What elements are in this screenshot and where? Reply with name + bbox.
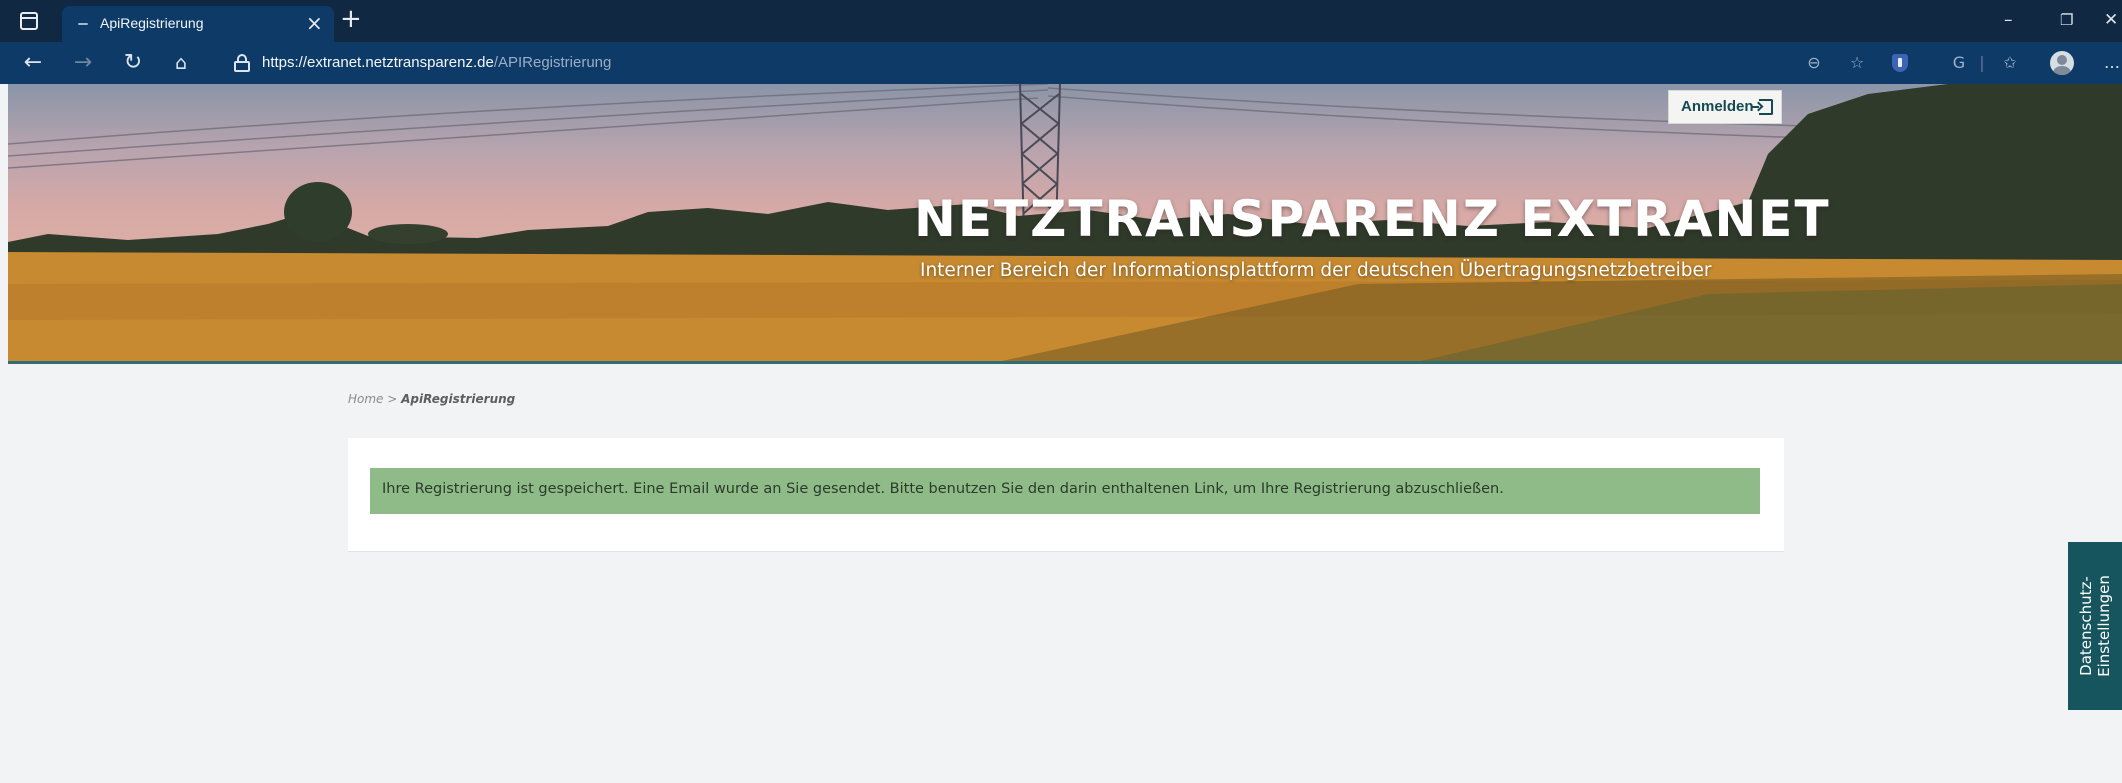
breadcrumb-home-link[interactable]: Home — [348, 392, 383, 406]
hero-banner: Anmelden NETZTRANSPARENZ EXTRANET Intern… — [8, 84, 2122, 364]
lock-icon[interactable] — [234, 54, 250, 72]
forward-icon[interactable]: → — [70, 50, 96, 76]
content-card: Ihre Registrierung ist gespeichert. Eine… — [348, 438, 1784, 552]
refresh-icon[interactable]: ↻ — [120, 50, 146, 76]
privacy-settings-label: Datenschutz- Einstellungen — [2077, 575, 2113, 677]
privacy-settings-button[interactable]: Datenschutz- Einstellungen — [2068, 542, 2122, 710]
login-button[interactable]: Anmelden — [1668, 90, 1782, 124]
copilot-icon[interactable]: G — [1948, 52, 1970, 74]
home-icon[interactable]: ⌂ — [168, 50, 194, 76]
browser-tab-bar: ApiRegistrierung × + – ❐ ✕ — [0, 0, 2122, 42]
maximize-icon[interactable]: ❐ — [2060, 8, 2073, 32]
extension-shield-icon[interactable] — [1892, 54, 1908, 72]
browser-tab[interactable]: ApiRegistrierung × — [62, 6, 334, 42]
tree — [284, 182, 352, 242]
success-alert: Ihre Registrierung ist gespeichert. Eine… — [370, 468, 1760, 514]
breadcrumb-separator: > — [383, 392, 402, 406]
tab-title: ApiRegistrierung — [100, 15, 204, 31]
breadcrumb-current: ApiRegistrierung — [401, 392, 516, 406]
site-title: NETZTRANSPARENZ EXTRANET — [914, 190, 1831, 248]
zoom-icon[interactable]: ⊖ — [1804, 52, 1824, 74]
login-label: Anmelden — [1681, 98, 1754, 115]
power-lines — [8, 84, 1809, 169]
url-path: /APIRegistrierung — [493, 54, 612, 71]
site-subtitle: Interner Bereich der Informationsplattfo… — [920, 260, 1712, 281]
new-tab-icon[interactable]: + — [340, 4, 362, 34]
favicon-icon — [76, 18, 90, 30]
tab-close-icon[interactable]: × — [306, 11, 323, 35]
breadcrumb: Home > ApiRegistrierung — [348, 392, 515, 406]
close-window-icon[interactable]: ✕ — [2104, 8, 2118, 32]
minimize-icon[interactable]: – — [2004, 8, 2013, 32]
address-bar: ← → ↻ ⌂ https://extranet.netztransparenz… — [0, 42, 2122, 84]
url-host: https://extranet.netztransparenz.de — [262, 54, 494, 71]
tab-actions-icon[interactable] — [20, 12, 38, 30]
read-aloud-icon[interactable]: ☆ — [1846, 52, 1868, 74]
toolbar-divider: | — [1979, 53, 1985, 72]
url-field[interactable]: https://extranet.netztransparenz.de/APIR… — [262, 54, 611, 71]
login-icon — [1751, 99, 1773, 115]
profile-icon[interactable] — [2050, 51, 2074, 75]
favorites-icon[interactable]: ✩ — [1998, 52, 2022, 74]
more-icon[interactable]: … — [2102, 52, 2122, 74]
tree — [368, 224, 448, 244]
back-icon[interactable]: ← — [20, 50, 46, 76]
